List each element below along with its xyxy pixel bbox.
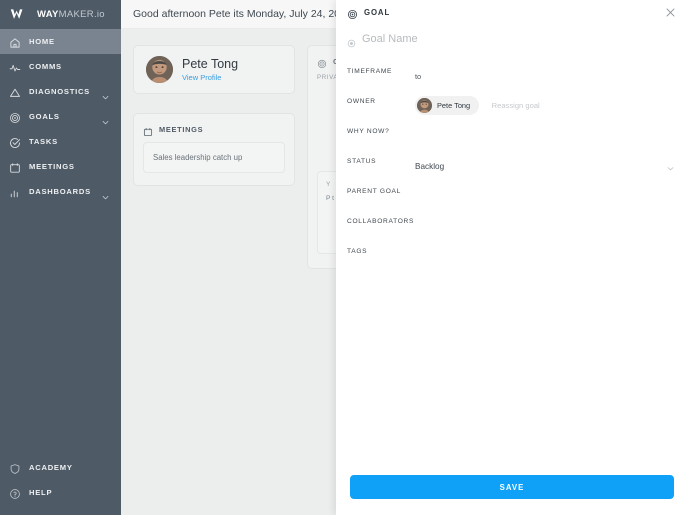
goal-panel-header: GOAL (336, 0, 688, 25)
field-value-wrap[interactable] (415, 244, 674, 246)
avatar (146, 56, 173, 83)
sidebar-item-dashboards[interactable]: DASHBOARDS (0, 179, 121, 204)
home-icon (9, 36, 21, 48)
sidebar: WAYMAKER.io HOME COMMS DIAGNOSTICS GOALS… (0, 0, 121, 515)
meeting-title: Sales leadership catch up (153, 153, 243, 162)
goal-name-placeholder: Goal Name (362, 33, 418, 45)
sidebar-item-meetings[interactable]: MEETINGS (0, 154, 121, 179)
chevron-down-icon[interactable] (102, 88, 109, 100)
sidebar-item-comms[interactable]: COMMS (0, 54, 121, 79)
field-label: COLLABORATORS (347, 218, 415, 225)
field-value-wrap[interactable] (415, 214, 674, 216)
field-parent-goal: PARENT GOAL (347, 184, 674, 210)
field-label: OWNER (347, 98, 376, 105)
waymaker-logo-icon (10, 8, 32, 21)
chevron-down-icon[interactable] (102, 113, 109, 125)
pulse-icon (9, 61, 21, 73)
goal-name-field[interactable]: Goal Name (347, 33, 674, 47)
field-collaborators: COLLABORATORS (347, 214, 674, 240)
question-circle-icon (9, 487, 21, 499)
meetings-card: MEETINGS Sales leadership catch up (133, 113, 295, 186)
greeting-text: Good afternoon Pete its Monday, July 24,… (133, 8, 352, 20)
reassign-goal-input[interactable]: Reassign goal (492, 101, 540, 110)
field-value-wrap[interactable] (415, 124, 674, 126)
goal-panel-footer: SAVE (336, 475, 688, 515)
dashboard-column-left: Pete Tong View Profile MEETINGS Sales le… (133, 45, 295, 186)
sidebar-nav: HOME COMMS DIAGNOSTICS GOALS TASKS MEETI… (0, 29, 121, 204)
target-icon (347, 7, 358, 20)
field-why-now: WHY NOW? (347, 124, 674, 150)
field-value-wrap[interactable] (415, 184, 674, 186)
shield-icon (9, 462, 21, 474)
logo-secondary: MAKER.io (58, 9, 105, 20)
status-value: Backlog (415, 162, 445, 171)
field-label: WHY NOW? (347, 128, 390, 135)
profile-card: Pete Tong View Profile (133, 45, 295, 94)
save-button[interactable]: SAVE (350, 475, 674, 499)
sidebar-item-label: ACADEMY (29, 463, 73, 472)
target-icon (347, 35, 356, 47)
sidebar-item-goals[interactable]: GOALS (0, 104, 121, 129)
owner-name: Pete Tong (437, 101, 471, 110)
sidebar-item-label: MEETINGS (29, 162, 75, 171)
goal-panel-title: GOAL (364, 8, 391, 17)
sidebar-item-tasks[interactable]: TASKS (0, 129, 121, 154)
meetings-card-header: MEETINGS (143, 124, 285, 136)
avatar (417, 98, 432, 113)
sidebar-item-label: TASKS (29, 137, 58, 146)
app-logo[interactable]: WAYMAKER.io (0, 0, 121, 29)
check-circle-icon (9, 136, 21, 148)
sidebar-item-label: HELP (29, 488, 53, 497)
sidebar-item-academy[interactable]: ACADEMY (0, 455, 121, 480)
chevron-down-icon[interactable] (102, 188, 109, 200)
owner-chip[interactable]: Pete Tong (415, 96, 480, 115)
meetings-card-title: MEETINGS (159, 124, 204, 134)
field-tags: TAGS (347, 244, 674, 270)
field-owner: OWNER Pete Tong Reassign goal (347, 94, 674, 120)
profile-info: Pete Tong View Profile (182, 57, 238, 81)
sidebar-item-label: HOME (29, 37, 55, 46)
sidebar-item-label: GOALS (29, 112, 60, 121)
sidebar-item-home[interactable]: HOME (0, 29, 121, 54)
bar-chart-icon (9, 186, 21, 198)
view-profile-link[interactable]: View Profile (182, 73, 238, 82)
sidebar-item-diagnostics[interactable]: DIAGNOSTICS (0, 79, 121, 104)
timeframe-value: to (415, 72, 422, 81)
status-select[interactable]: Backlog (415, 154, 674, 174)
target-icon (317, 56, 327, 69)
field-label: TIMEFRAME (347, 68, 393, 75)
close-icon[interactable] (664, 6, 677, 19)
field-status: STATUS Backlog (347, 154, 674, 180)
sidebar-bottom-nav: ACADEMY HELP (0, 455, 121, 515)
field-label: STATUS (347, 158, 377, 165)
calendar-icon (143, 124, 153, 136)
field-value-wrap[interactable]: to (415, 64, 674, 84)
target-icon (9, 111, 21, 123)
goal-panel-body: Goal Name TIMEFRAME to OWNER Pete Tong R… (336, 25, 688, 475)
sidebar-item-help[interactable]: HELP (0, 480, 121, 505)
list-item[interactable]: Sales leadership catch up (143, 142, 285, 173)
profile-name: Pete Tong (182, 57, 239, 72)
app-logo-text: WAYMAKER.io (37, 9, 105, 20)
triangle-icon (9, 86, 21, 98)
app-root: WAYMAKER.io HOME COMMS DIAGNOSTICS GOALS… (0, 0, 688, 515)
field-timeframe: TIMEFRAME to (347, 64, 674, 90)
sidebar-item-label: DASHBOARDS (29, 187, 91, 196)
chevron-down-icon[interactable] (667, 159, 674, 171)
calendar-icon (9, 161, 21, 173)
field-label: PARENT GOAL (347, 188, 401, 195)
goal-detail-panel: GOAL Goal Name TIMEFRAME to OWNER Pete T… (336, 0, 688, 515)
sidebar-item-label: COMMS (29, 62, 62, 71)
field-label: TAGS (347, 248, 368, 255)
field-value-wrap: Pete Tong Reassign goal (415, 94, 674, 115)
sidebar-item-label: DIAGNOSTICS (29, 87, 90, 96)
logo-primary: WAY (37, 9, 59, 20)
